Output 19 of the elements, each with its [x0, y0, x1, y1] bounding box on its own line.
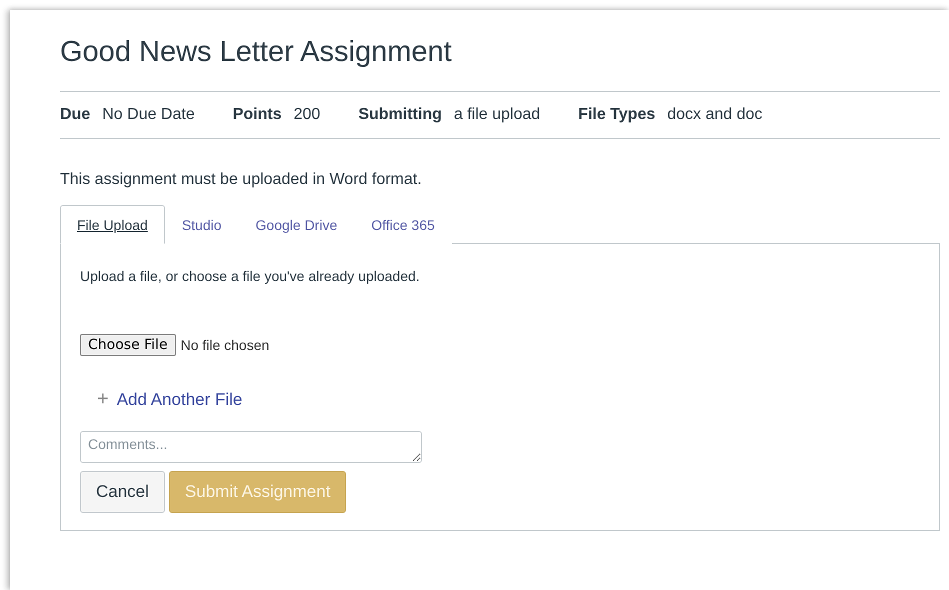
comments-field[interactable]: Comments... — [80, 431, 422, 463]
add-file-link[interactable]: + Add Another File — [97, 388, 242, 411]
detail-value: No Due Date — [102, 106, 195, 124]
tab[interactable]: File Upload — [60, 205, 165, 244]
plus-icon: + — [97, 388, 109, 411]
choose-file-button[interactable]: Choose File — [80, 334, 176, 356]
detail-label: Due — [60, 106, 90, 124]
detail-label: Points — [232, 106, 282, 124]
cancel-button[interactable]: Cancel — [80, 471, 165, 513]
detail-label: File Types — [578, 106, 656, 124]
file-status: No file chosen — [180, 337, 270, 353]
assignment-title: Good News Letter Assignment — [60, 36, 940, 92]
detail-value: docx and doc — [667, 106, 762, 124]
instruction-text: This assignment must be uploaded in Word format. — [60, 171, 423, 189]
detail-label: Submitting — [358, 106, 442, 124]
add-file-label[interactable]: Add Another File — [116, 390, 242, 410]
detail-value: 200 — [294, 106, 320, 124]
detail-value: a file upload — [454, 106, 540, 124]
upload-hint: Upload a file, or choose a file you've already uploaded. — [80, 268, 421, 284]
